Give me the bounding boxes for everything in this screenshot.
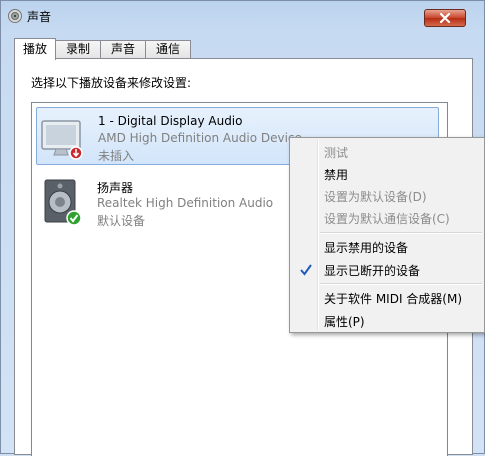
device-name: 扬声器: [97, 181, 134, 195]
menu-item-disable[interactable]: 禁用: [324, 166, 348, 183]
check-icon: [300, 264, 312, 276]
tab-sounds[interactable]: 声音: [100, 40, 147, 59]
close-icon: [439, 13, 451, 23]
monitor-icon: [41, 120, 83, 160]
title-bar[interactable]: 声音: [1, 1, 484, 31]
tab-playback[interactable]: 播放: [14, 38, 57, 60]
context-menu: 测试 禁用 设置为默认设备(D) 设置为默认通信设备(C) 显示禁用的设备 显示…: [289, 137, 485, 333]
menu-item-set-default[interactable]: 设置为默认设备(D): [324, 188, 427, 205]
window-title: 声音: [27, 10, 52, 24]
speaker-icon: [44, 179, 82, 226]
menu-separator: [320, 232, 482, 234]
menu-item-show-disconnected[interactable]: 显示已断开的设备: [324, 262, 420, 279]
menu-item-about-midi[interactable]: 关于软件 MIDI 合成器(M): [324, 290, 462, 307]
menu-item-test[interactable]: 测试: [324, 144, 348, 161]
menu-gutter: [317, 140, 319, 330]
tab-communications[interactable]: 通信: [145, 40, 192, 59]
tab-recording[interactable]: 录制: [55, 40, 102, 59]
device-status: 未插入: [98, 149, 135, 163]
menu-item-properties[interactable]: 属性(P): [324, 313, 365, 330]
menu-separator: [320, 283, 482, 285]
device-driver: Realtek High Definition Audio: [97, 196, 274, 210]
tab-strip: 播放 录制 声音 通信: [14, 38, 192, 60]
menu-item-set-default-comm[interactable]: 设置为默认通信设备(C): [324, 210, 450, 227]
device-name: 1 - Digital Display Audio: [98, 114, 243, 128]
default-check-badge: [66, 210, 82, 226]
device-driver: AMD High Definition Audio Device: [98, 131, 302, 145]
instruction-text: 选择以下播放设备来修改设置:: [31, 76, 192, 90]
close-button[interactable]: [424, 9, 466, 27]
speaker-icon: [8, 9, 22, 23]
menu-item-show-disabled[interactable]: 显示禁用的设备: [324, 239, 408, 256]
device-status: 默认设备: [97, 214, 146, 228]
